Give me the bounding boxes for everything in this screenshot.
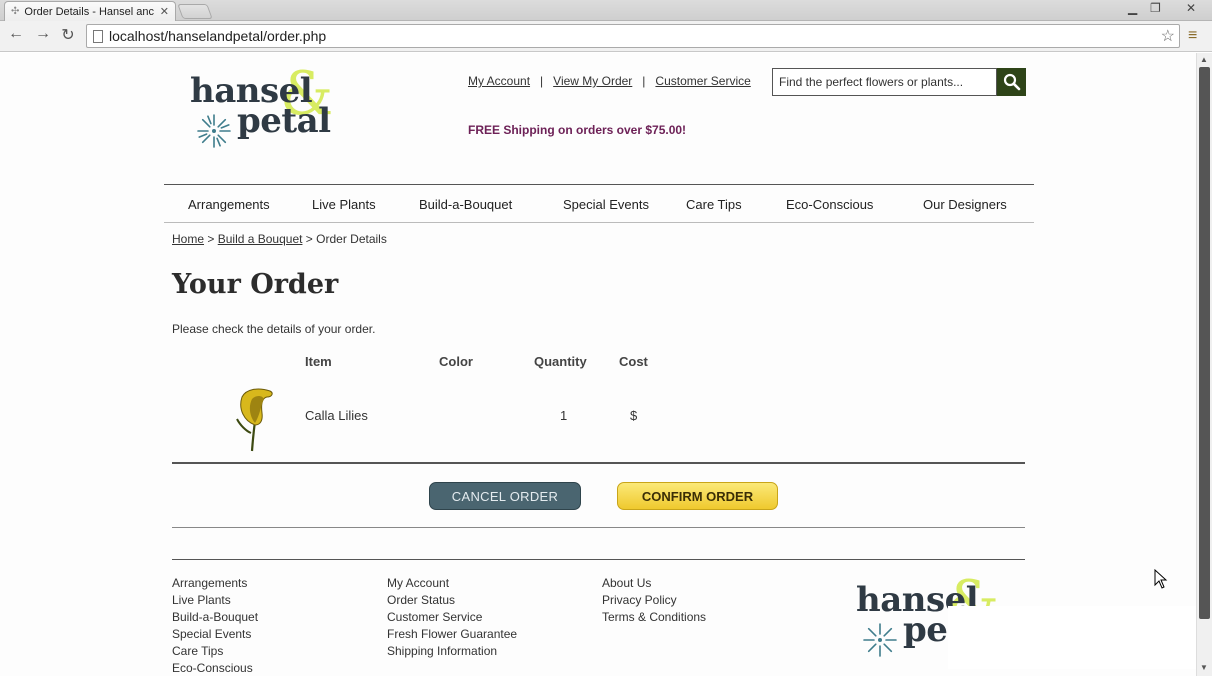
new-tab-button[interactable] xyxy=(177,4,213,19)
footer-divider xyxy=(172,559,1025,560)
star-icon[interactable]: ☆ xyxy=(1161,26,1175,46)
browser-tab[interactable]: ✣ Order Details - Hansel anc ✕ xyxy=(4,1,176,21)
footer-link-my-account[interactable]: My Account xyxy=(387,575,517,592)
logo-burst-icon xyxy=(863,623,897,657)
close-window-icon[interactable]: ✕ xyxy=(1186,1,1196,15)
minimize-icon[interactable]: ▁ xyxy=(1128,1,1137,15)
address-bar[interactable]: localhost/hanselandpetal/order.php ☆ xyxy=(86,24,1180,48)
search-icon xyxy=(1003,73,1020,91)
browser-tab-bar: ✣ Order Details - Hansel anc ✕ ▁ ❐ ✕ xyxy=(0,0,1212,21)
footer-link-build-a-bouquet[interactable]: Build-a-Bouquet xyxy=(172,609,258,626)
overlay-panel xyxy=(948,606,1196,669)
link-separator: | xyxy=(642,74,646,88)
logo-word-petal: petal xyxy=(237,101,331,141)
footer-link-arrangements[interactable]: Arrangements xyxy=(172,575,258,592)
browser-toolbar: ← → ↻ localhost/hanselandpetal/order.php… xyxy=(0,21,1212,52)
confirm-order-button[interactable]: CONFIRM ORDER xyxy=(617,482,778,510)
footer-link-order-status[interactable]: Order Status xyxy=(387,592,517,609)
nav-item-eco-conscious[interactable]: Eco-Conscious xyxy=(786,197,873,212)
footer-link-eco-conscious[interactable]: Eco-Conscious xyxy=(172,660,258,676)
page-favicon-icon: ✣ xyxy=(11,6,20,17)
footer-link-shipping-information[interactable]: Shipping Information xyxy=(387,643,517,660)
search-box xyxy=(772,68,1026,96)
reload-icon[interactable]: ↻ xyxy=(58,25,78,45)
column-header-cost: Cost xyxy=(619,354,648,369)
forward-arrow-icon[interactable]: → xyxy=(33,25,53,43)
footer-column-shop: Arrangements Live Plants Build-a-Bouquet… xyxy=(172,575,258,676)
url-text[interactable]: localhost/hanselandpetal/order.php xyxy=(109,28,1161,44)
logo-burst-icon xyxy=(197,114,231,148)
search-button[interactable] xyxy=(997,68,1026,96)
view-my-order-link[interactable]: View My Order xyxy=(553,74,632,88)
breadcrumb-home-link[interactable]: Home xyxy=(172,232,204,246)
calla-lily-product-image xyxy=(236,388,273,452)
page-icon xyxy=(93,29,103,43)
footer-link-fresh-flower-guarantee[interactable]: Fresh Flower Guarantee xyxy=(387,626,517,643)
close-tab-icon[interactable]: ✕ xyxy=(160,5,169,18)
nav-item-care-tips[interactable]: Care Tips xyxy=(686,197,742,212)
free-shipping-banner: FREE Shipping on orders over $75.00! xyxy=(468,123,687,137)
order-item-cost: $ xyxy=(630,408,638,423)
breadcrumb-current: Order Details xyxy=(316,232,387,246)
link-separator: | xyxy=(540,74,544,88)
column-header-color: Color xyxy=(439,354,473,369)
search-input[interactable] xyxy=(772,68,997,96)
nav-item-arrangements[interactable]: Arrangements xyxy=(188,197,270,212)
my-account-link[interactable]: My Account xyxy=(468,74,530,88)
account-links: My Account | View My Order | Customer Se… xyxy=(468,74,751,88)
divider xyxy=(172,462,1025,464)
vertical-scrollbar[interactable]: ▲ ▼ xyxy=(1196,53,1212,676)
nav-item-our-designers[interactable]: Our Designers xyxy=(923,197,1007,212)
scrollbar-thumb[interactable] xyxy=(1199,67,1210,619)
maximize-icon[interactable]: ❐ xyxy=(1150,1,1161,15)
breadcrumb-separator: > xyxy=(305,232,313,246)
mouse-cursor-icon xyxy=(1154,569,1168,589)
site-logo[interactable]: & hansel petal xyxy=(188,59,363,155)
footer-link-live-plants[interactable]: Live Plants xyxy=(172,592,258,609)
customer-service-link[interactable]: Customer Service xyxy=(655,74,750,88)
breadcrumb-separator: > xyxy=(207,232,215,246)
nav-item-live-plants[interactable]: Live Plants xyxy=(312,197,376,212)
footer-column-company: About Us Privacy Policy Terms & Conditio… xyxy=(602,575,706,626)
footer-column-account: My Account Order Status Customer Service… xyxy=(387,575,517,660)
page-title: Your Order xyxy=(172,269,339,300)
tab-title: Order Details - Hansel anc xyxy=(24,5,154,18)
footer-link-terms-conditions[interactable]: Terms & Conditions xyxy=(602,609,706,626)
cancel-order-button[interactable]: CANCEL ORDER xyxy=(429,482,581,510)
breadcrumb: Home > Build a Bouquet > Order Details xyxy=(172,232,387,246)
order-item-quantity: 1 xyxy=(560,408,568,423)
breadcrumb-build-a-bouquet-link[interactable]: Build a Bouquet xyxy=(218,232,303,246)
column-header-quantity: Quantity xyxy=(534,354,587,369)
footer-link-customer-service[interactable]: Customer Service xyxy=(387,609,517,626)
footer-link-privacy-policy[interactable]: Privacy Policy xyxy=(602,592,706,609)
nav-item-build-a-bouquet[interactable]: Build-a-Bouquet xyxy=(419,197,512,212)
back-arrow-icon[interactable]: ← xyxy=(6,25,26,43)
footer-link-care-tips[interactable]: Care Tips xyxy=(172,643,258,660)
footer-link-about-us[interactable]: About Us xyxy=(602,575,706,592)
footer-link-special-events[interactable]: Special Events xyxy=(172,626,258,643)
column-header-item: Item xyxy=(305,354,332,369)
divider xyxy=(172,527,1025,528)
nav-item-special-events[interactable]: Special Events xyxy=(563,197,649,212)
scroll-up-arrow-icon[interactable]: ▲ xyxy=(1200,55,1208,64)
scroll-down-arrow-icon[interactable]: ▼ xyxy=(1200,663,1208,672)
order-item-name: Calla Lilies xyxy=(305,408,368,423)
main-nav: Arrangements Live Plants Build-a-Bouquet… xyxy=(164,184,1034,223)
page-content: & hansel petal My Account | View My Orde… xyxy=(0,53,1196,676)
menu-icon[interactable]: ≡ xyxy=(1188,27,1197,45)
order-intro-text: Please check the details of your order. xyxy=(172,322,376,336)
